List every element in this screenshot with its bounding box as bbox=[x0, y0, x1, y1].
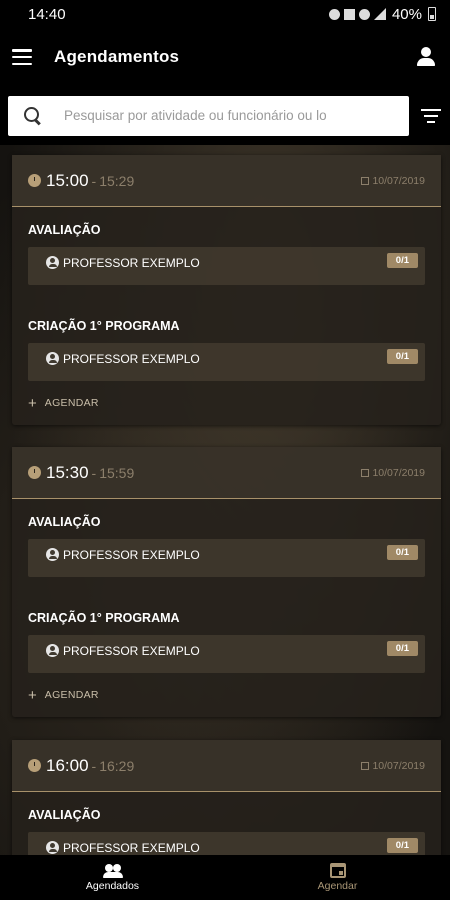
search-bar bbox=[0, 86, 450, 145]
search-icon bbox=[24, 106, 42, 125]
time-separator: - bbox=[91, 172, 97, 189]
staff-row[interactable]: PROFESSOR EXEMPLO 0/1 bbox=[28, 539, 425, 577]
nav-scheduled-label: Agendados bbox=[85, 879, 140, 892]
capacity-badge: 0/1 bbox=[386, 253, 418, 268]
slot-date: 10/07/2019 bbox=[361, 467, 425, 479]
search-box[interactable] bbox=[8, 95, 409, 136]
bottom-navigation: Agendados Agendar bbox=[0, 855, 450, 900]
capacity-badge: 0/1 bbox=[386, 545, 418, 560]
plus-icon: + bbox=[28, 686, 37, 704]
activity-title: AVALIAÇÃO bbox=[28, 808, 101, 822]
mute-icon bbox=[343, 8, 355, 20]
person-icon bbox=[46, 256, 59, 269]
app-bar: Agendamentos bbox=[0, 28, 450, 86]
group-icon bbox=[102, 863, 124, 878]
wifi-icon bbox=[358, 8, 370, 20]
staff-row[interactable]: PROFESSOR EXEMPLO 0/1 bbox=[28, 832, 425, 855]
activity: AVALIAÇÃO PROFESSOR EXEMPLO 0/1 bbox=[12, 499, 441, 577]
time-separator: - bbox=[91, 464, 97, 481]
clock-icon bbox=[28, 759, 41, 772]
menu-icon[interactable] bbox=[12, 49, 32, 65]
time-slot-card: 15:30 - 15:59 10/07/2019 AVALIAÇÃO PROFE… bbox=[12, 447, 441, 717]
time-slot-header: 16:00 - 16:29 10/07/2019 bbox=[12, 740, 441, 792]
calendar-icon bbox=[361, 468, 370, 477]
time-slot-card: 16:00 - 16:29 10/07/2019 AVALIAÇÃO PROFE… bbox=[12, 740, 441, 855]
clock-icon bbox=[28, 174, 41, 187]
calendar-icon bbox=[361, 761, 370, 770]
time-separator: - bbox=[91, 757, 97, 774]
nav-schedule-label: Agendar bbox=[317, 880, 358, 892]
person-icon bbox=[46, 352, 59, 365]
slot-start-time: 15:00 bbox=[46, 170, 89, 190]
nav-scheduled[interactable]: Agendados bbox=[0, 855, 225, 900]
calendar-event-icon bbox=[329, 863, 346, 878]
schedule-button[interactable]: + AGENDAR bbox=[12, 381, 441, 425]
schedule-button-label: AGENDAR bbox=[44, 689, 99, 701]
slot-date-text: 10/07/2019 bbox=[372, 759, 425, 772]
clock-icon bbox=[28, 466, 41, 479]
slot-date-text: 10/07/2019 bbox=[372, 174, 425, 187]
status-time: 14:40 bbox=[28, 5, 66, 23]
filter-icon[interactable] bbox=[421, 108, 441, 123]
plus-icon: + bbox=[28, 394, 37, 412]
calendar-icon bbox=[361, 176, 370, 185]
time-slot-header: 15:30 - 15:59 10/07/2019 bbox=[12, 447, 441, 499]
slot-date: 10/07/2019 bbox=[361, 175, 425, 187]
person-icon bbox=[46, 841, 59, 854]
schedule-button-label: AGENDAR bbox=[44, 397, 99, 409]
activity-title: CRIAÇÃO 1° PROGRAMA bbox=[28, 611, 180, 625]
schedule-button[interactable]: + AGENDAR bbox=[12, 673, 441, 717]
page-title: Agendamentos bbox=[54, 47, 180, 66]
schedule-list: 15:00 - 15:29 10/07/2019 AVALIAÇÃO PROFE… bbox=[0, 145, 450, 855]
activity-title: AVALIAÇÃO bbox=[28, 223, 101, 237]
activity: CRIAÇÃO 1° PROGRAMA PROFESSOR EXEMPLO 0/… bbox=[12, 595, 441, 673]
nav-schedule[interactable]: Agendar bbox=[225, 855, 450, 900]
activity-title: CRIAÇÃO 1° PROGRAMA bbox=[28, 319, 180, 333]
slot-start-time: 16:00 bbox=[46, 755, 89, 775]
slot-date: 10/07/2019 bbox=[361, 760, 425, 772]
search-input[interactable] bbox=[64, 108, 344, 123]
staff-name: PROFESSOR EXEMPLO bbox=[63, 352, 200, 366]
person-icon bbox=[46, 644, 59, 657]
time-slot-card: 15:00 - 15:29 10/07/2019 AVALIAÇÃO PROFE… bbox=[12, 155, 441, 425]
staff-row[interactable]: PROFESSOR EXEMPLO 0/1 bbox=[28, 247, 425, 285]
signal-icon bbox=[373, 8, 386, 20]
activity: CRIAÇÃO 1° PROGRAMA PROFESSOR EXEMPLO 0/… bbox=[12, 303, 441, 381]
activity-title: AVALIAÇÃO bbox=[28, 515, 101, 529]
status-icons: 40% bbox=[328, 5, 436, 23]
time-slot-header: 15:00 - 15:29 10/07/2019 bbox=[12, 155, 441, 207]
battery-icon bbox=[428, 7, 436, 21]
alarm-icon bbox=[328, 8, 340, 20]
capacity-badge: 0/1 bbox=[386, 838, 418, 853]
profile-icon[interactable] bbox=[414, 45, 438, 69]
staff-name: PROFESSOR EXEMPLO bbox=[63, 256, 200, 270]
slot-end-time: 15:59 bbox=[99, 464, 135, 481]
staff-name: PROFESSOR EXEMPLO bbox=[63, 644, 200, 658]
staff-row[interactable]: PROFESSOR EXEMPLO 0/1 bbox=[28, 635, 425, 673]
staff-name: PROFESSOR EXEMPLO bbox=[63, 841, 200, 855]
activity: AVALIAÇÃO PROFESSOR EXEMPLO 0/1 bbox=[12, 207, 441, 285]
slot-end-time: 16:29 bbox=[99, 757, 135, 774]
capacity-badge: 0/1 bbox=[386, 349, 418, 364]
slot-end-time: 15:29 bbox=[99, 172, 135, 189]
slot-date-text: 10/07/2019 bbox=[372, 466, 425, 479]
slot-start-time: 15:30 bbox=[46, 462, 89, 482]
staff-name: PROFESSOR EXEMPLO bbox=[63, 548, 200, 562]
staff-row[interactable]: PROFESSOR EXEMPLO 0/1 bbox=[28, 343, 425, 381]
person-icon bbox=[46, 548, 59, 561]
battery-percent: 40% bbox=[391, 5, 422, 23]
activity: AVALIAÇÃO PROFESSOR EXEMPLO 0/1 bbox=[12, 792, 441, 855]
status-bar: 14:40 40% bbox=[0, 0, 450, 28]
capacity-badge: 0/1 bbox=[386, 641, 418, 656]
